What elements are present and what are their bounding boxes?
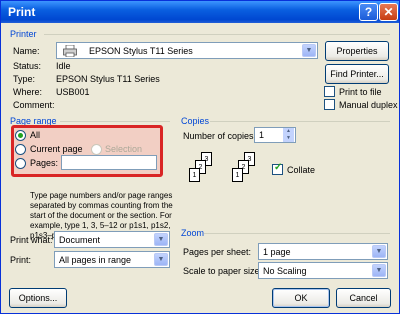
collate-page: 1 [189, 168, 200, 182]
close-button[interactable]: ✕ [379, 3, 398, 21]
title-bar[interactable]: Print ? ✕ [1, 1, 399, 23]
print-what-value: Document [59, 235, 101, 245]
pages-radio[interactable] [15, 158, 26, 169]
printer-name-select[interactable]: EPSON Stylus T11 Series ▼ [56, 42, 318, 59]
spin-down-icon[interactable]: ▼ [283, 135, 294, 142]
status-label: Status: [13, 61, 42, 71]
pages-input[interactable] [61, 155, 157, 170]
print-select[interactable]: All pages in range ▼ [54, 251, 170, 268]
where-label: Where: [13, 87, 43, 97]
print-what-label: Print what: [10, 235, 53, 245]
print-to-file-label[interactable]: Print to file [339, 87, 382, 97]
where-value: USB001 [56, 87, 90, 97]
chevron-down-icon[interactable]: ▼ [302, 44, 316, 57]
zoom-divider [204, 233, 390, 234]
print-dialog: Print ? ✕ Printer Name: EPSON Stylus T11… [0, 0, 400, 314]
number-of-copies-value: 1 [259, 130, 265, 140]
window-title: Print [8, 5, 36, 19]
pages-per-sheet-value: 1 page [263, 247, 291, 257]
spin-up-icon[interactable]: ▲ [283, 128, 294, 135]
ok-button[interactable]: OK [272, 288, 330, 308]
chevron-down-icon[interactable]: ▼ [154, 233, 168, 246]
page-range-divider [60, 121, 170, 122]
cancel-button[interactable]: Cancel [336, 288, 391, 308]
chevron-down-icon[interactable]: ▼ [372, 264, 386, 277]
current-page-label[interactable]: Current page [30, 144, 83, 154]
current-page-radio[interactable] [15, 144, 26, 155]
comment-label: Comment: [13, 100, 55, 110]
scale-select[interactable]: No Scaling ▼ [258, 262, 388, 279]
manual-duplex-checkbox[interactable] [324, 99, 335, 110]
pages-per-sheet-select[interactable]: 1 page ▼ [258, 243, 388, 260]
all-radio[interactable] [15, 130, 26, 141]
printer-section-title: Printer [10, 29, 37, 39]
collate-page: 1 [232, 168, 243, 182]
pages-per-sheet-label: Pages per sheet: [183, 247, 252, 257]
type-label: Type: [13, 74, 36, 84]
printer-name-value: EPSON Stylus T11 Series [89, 46, 193, 56]
printer-divider [44, 34, 390, 35]
print-what-select[interactable]: Document ▼ [54, 231, 170, 248]
options-button[interactable]: Options... [9, 288, 67, 308]
copies-divider [210, 121, 390, 122]
number-of-copies-label: Number of copies: [183, 131, 257, 141]
print-to-file-checkbox[interactable] [324, 86, 335, 97]
type-value: EPSON Stylus T11 Series [56, 74, 160, 84]
all-label[interactable]: All [30, 130, 40, 140]
printer-icon [63, 45, 77, 57]
zoom-section-title: Zoom [181, 228, 205, 238]
collate-checkbox[interactable] [272, 162, 283, 175]
scale-value: No Scaling [263, 266, 307, 276]
properties-button[interactable]: Properties [325, 41, 389, 61]
pages-label[interactable]: Pages: [30, 158, 58, 168]
status-value: Idle [56, 61, 71, 71]
selection-radio [91, 144, 102, 155]
selection-label: Selection [105, 144, 143, 154]
chevron-down-icon[interactable]: ▼ [154, 253, 168, 266]
print-value: All pages in range [59, 255, 132, 265]
copies-section-title: Copies [181, 116, 210, 126]
collate-label[interactable]: Collate [287, 165, 315, 175]
print-label: Print: [10, 255, 32, 265]
help-button[interactable]: ? [359, 3, 378, 21]
printer-name-label: Name: [13, 46, 40, 56]
chevron-down-icon[interactable]: ▼ [372, 245, 386, 258]
find-printer-button[interactable]: Find Printer... [325, 64, 389, 84]
scale-label: Scale to paper size: [183, 266, 263, 276]
manual-duplex-label[interactable]: Manual duplex [339, 100, 398, 110]
dialog-body: Printer Name: EPSON Stylus T11 Series ▼ … [4, 23, 398, 311]
number-of-copies-input[interactable]: 1 ▲ ▼ [254, 127, 296, 143]
